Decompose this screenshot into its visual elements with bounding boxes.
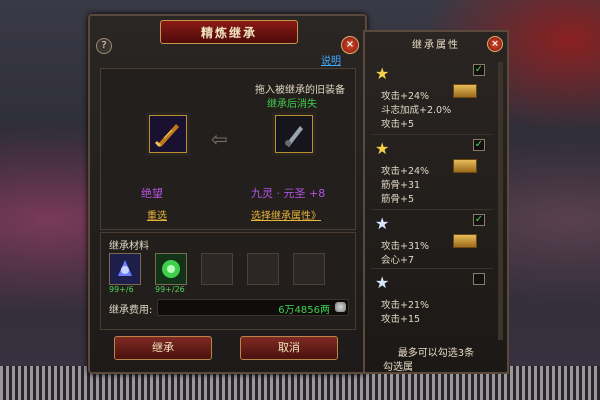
attribute-line: 会心+7 — [381, 255, 415, 266]
attribute-checkbox[interactable]: ✓ — [473, 214, 485, 226]
side-scrollbar[interactable] — [498, 62, 503, 340]
reselect-link[interactable]: 重选 — [147, 207, 167, 222]
silver-coin-icon — [335, 302, 346, 312]
attribute-entry: ★ ✓ 攻击+31% 会心+7 — [371, 210, 493, 269]
attribute-checkbox[interactable]: ✓ — [473, 64, 485, 76]
empty-material-slot[interactable] — [247, 253, 279, 285]
inherit-button[interactable]: 继承 — [114, 336, 212, 360]
materials-area: 继承材料 99+/6 99+/26 继承费用: 6万4856两 — [100, 232, 356, 330]
attribute-line: 斗志加成+2.0% — [381, 105, 452, 116]
material-slot[interactable] — [155, 253, 187, 285]
attribute-entry: ★ 攻击+21% 攻击+15 — [371, 269, 493, 327]
vanish-hint-text: 继承后消失 — [267, 99, 317, 110]
attribute-line: 攻击+15 — [381, 314, 421, 325]
attribute-line: 攻击+24% — [381, 166, 430, 177]
attribute-line: 攻击+24% — [381, 91, 430, 102]
attribute-line: 筋骨+5 — [381, 194, 415, 205]
help-link[interactable]: 说明 — [321, 52, 341, 67]
target-item-name: 九灵 · 元圣 +8 — [251, 187, 326, 200]
source-item-name: 绝望 — [141, 187, 163, 200]
left-arrow-icon: ⇦ — [211, 127, 228, 151]
sword-icon — [150, 116, 186, 152]
selection-limit-text: 最多可以勾选3条 — [397, 348, 475, 359]
attribute-line: 攻击+21% — [381, 300, 430, 311]
selection-hint-text: 勾选属 — [383, 362, 413, 373]
lock-badge-icon — [453, 84, 477, 98]
attribute-line: 攻击+5 — [381, 119, 415, 130]
source-item-slot[interactable] — [149, 115, 187, 153]
drop-hint-text: 拖入被继承的旧装备 — [255, 85, 345, 96]
target-item-slot[interactable] — [275, 115, 313, 153]
side-panel-title: 继承属性 — [412, 40, 460, 51]
fee-field: 6万4856两 — [157, 299, 349, 316]
blade-icon — [276, 116, 312, 152]
fee-value: 6万4856两 — [278, 305, 330, 316]
close-icon[interactable]: × — [487, 36, 503, 52]
inherit-attributes-panel: 继承属性 × ★ ✓ 攻击+24% 斗志加成+2.0% 攻击+5 ★ ✓ 攻击+… — [363, 30, 509, 374]
silver-star-icon: ★ — [375, 273, 390, 292]
close-icon[interactable]: × — [341, 36, 359, 54]
silver-star-icon: ★ — [375, 214, 390, 233]
attribute-line: 筋骨+31 — [381, 180, 421, 191]
refine-inherit-window: 精炼继承 ? 说明 × 拖入被继承的旧装备 继承后消失 ⇦ 绝望 九灵 · 元圣… — [88, 14, 367, 374]
blue-crystal-icon — [110, 254, 140, 284]
green-gem-icon — [156, 254, 186, 284]
lock-badge-icon — [453, 159, 477, 173]
cancel-button[interactable]: 取消 — [240, 336, 338, 360]
materials-title: 继承材料 — [109, 241, 149, 252]
window-title: 精炼继承 — [160, 20, 298, 44]
material-count: 99+/6 — [109, 285, 134, 294]
inherit-area: 拖入被继承的旧装备 继承后消失 ⇦ 绝望 九灵 · 元圣 +8 重选 选择继承属… — [100, 68, 356, 230]
empty-material-slot[interactable] — [201, 253, 233, 285]
empty-material-slot[interactable] — [293, 253, 325, 285]
material-slot[interactable] — [109, 253, 141, 285]
help-icon[interactable]: ? — [96, 38, 112, 54]
attribute-checkbox[interactable] — [473, 273, 485, 285]
gold-star-icon: ★ — [375, 64, 390, 83]
attribute-line: 攻击+31% — [381, 241, 430, 252]
lock-badge-icon — [453, 234, 477, 248]
attribute-entry: ★ ✓ 攻击+24% 筋骨+31 筋骨+5 — [371, 135, 493, 210]
attribute-list: ★ ✓ 攻击+24% 斗志加成+2.0% 攻击+5 ★ ✓ 攻击+24% 筋骨+… — [371, 60, 493, 340]
fee-label: 继承费用: — [109, 305, 153, 316]
material-count: 99+/26 — [155, 285, 185, 294]
select-attribute-link[interactable]: 选择继承属性》 — [251, 207, 321, 222]
attribute-checkbox[interactable]: ✓ — [473, 139, 485, 151]
gold-star-icon: ★ — [375, 139, 390, 158]
attribute-entry: ★ ✓ 攻击+24% 斗志加成+2.0% 攻击+5 — [371, 60, 493, 135]
